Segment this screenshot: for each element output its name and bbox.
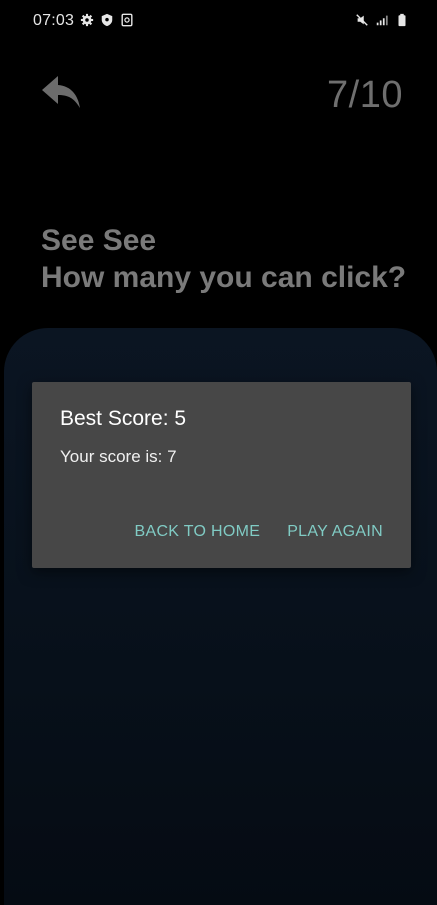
dialog-actions: BACK TO HOME PLAY AGAIN bbox=[135, 523, 384, 541]
score-dialog: Best Score: 5 Your score is: 7 BACK TO H… bbox=[32, 382, 411, 568]
signal-icon bbox=[376, 15, 388, 26]
screenshot-icon bbox=[121, 13, 133, 27]
back-button[interactable] bbox=[40, 70, 84, 114]
progress-counter: 7/10 bbox=[327, 74, 403, 116]
page-title: See See How many you can click? bbox=[41, 222, 406, 296]
best-score-title: Best Score: 5 bbox=[60, 407, 187, 430]
status-time: 07:03 bbox=[33, 12, 75, 29]
shield-icon bbox=[101, 13, 113, 27]
play-again-button[interactable]: PLAY AGAIN bbox=[287, 523, 383, 541]
mute-icon bbox=[356, 14, 368, 26]
gear-icon bbox=[80, 13, 94, 27]
title-line-1: See See bbox=[41, 224, 157, 257]
your-score-message: Your score is: 7 bbox=[60, 447, 177, 466]
screen: 07:03 7/10 See See How many you can clic… bbox=[0, 0, 437, 905]
status-bar: 07:03 bbox=[0, 0, 437, 44]
reply-arrow-icon bbox=[42, 76, 80, 108]
status-icons-right bbox=[355, 13, 409, 27]
battery-icon bbox=[398, 13, 406, 27]
title-line-2: How many you can click? bbox=[41, 261, 407, 294]
back-to-home-button[interactable]: BACK TO HOME bbox=[135, 523, 261, 541]
status-icons-left bbox=[80, 13, 134, 27]
